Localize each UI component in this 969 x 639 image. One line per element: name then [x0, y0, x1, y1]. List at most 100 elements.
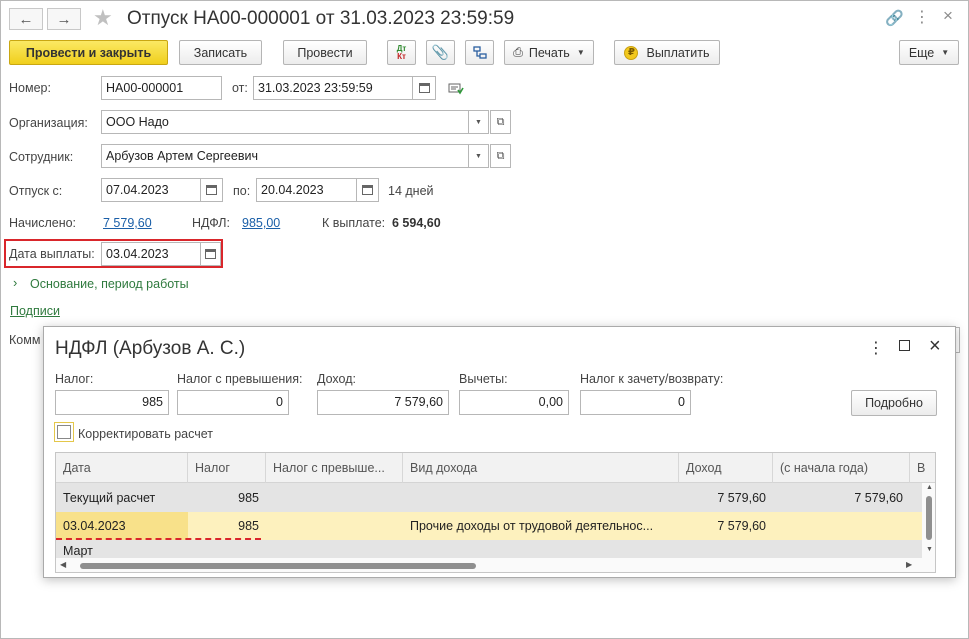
printer-icon: ⎙ — [513, 45, 523, 59]
row-date-cell: Текущий расчет — [63, 490, 156, 505]
ndfl-link[interactable]: 985,00 — [242, 216, 280, 230]
post-button[interactable]: Провести — [283, 40, 367, 65]
chevron-down-icon: ▼ — [941, 48, 950, 57]
favorite-star-icon[interactable]: ★ — [93, 5, 113, 31]
structure-icon — [472, 45, 487, 59]
column-header-partial[interactable]: В — [910, 453, 935, 483]
pay-button[interactable]: ₽ Выплатить — [614, 40, 720, 65]
dialog-close-icon[interactable]: × — [929, 335, 941, 358]
organization-dropdown-button[interactable]: ▼ — [468, 110, 489, 134]
column-header-income-type[interactable]: Вид дохода — [403, 453, 679, 483]
row-tax-excess-cell — [266, 512, 403, 540]
coin-icon: ₽ — [624, 45, 639, 60]
tax-label: Налог: — [55, 372, 94, 386]
row-year-to-date-cell: 7 579,60 — [854, 490, 903, 505]
vacation-end-calendar-button[interactable] — [356, 178, 379, 202]
offset-label: Налог к зачету/возврату: — [580, 372, 724, 386]
details-button[interactable]: Подробно — [851, 390, 937, 416]
row-tax-cell: 985 — [238, 519, 259, 533]
employee-open-button[interactable]: ⧉ — [490, 144, 511, 168]
employee-field[interactable]: Арбузов Артем Сергеевич — [101, 144, 469, 168]
structure-button[interactable] — [465, 40, 494, 65]
pay-date-label: Дата выплаты: — [9, 247, 95, 261]
correct-calculation-label: Корректировать расчет — [78, 427, 213, 441]
table-row-selected[interactable]: 03.04.2023 985 Прочие доходы от трудовой… — [56, 512, 922, 540]
number-label: Номер: — [9, 81, 51, 95]
document-history-icon[interactable] — [448, 83, 464, 98]
dialog-menu-icon[interactable]: ⋮ — [868, 338, 884, 358]
arrow-left-icon: ← — [18, 10, 34, 28]
date-calendar-button[interactable] — [412, 76, 436, 100]
row-tax-excess-cell — [266, 483, 403, 512]
row-income-type-cell: Прочие доходы от трудовой деятельнос... — [410, 519, 654, 533]
menu-icon[interactable]: ⋮ — [914, 7, 930, 27]
scroll-down-icon[interactable]: ▼ — [926, 546, 933, 553]
table-row[interactable]: Текущий расчет 985 7 579,60 7 579,60 — [56, 483, 922, 512]
horizontal-scrollbar[interactable]: ◀ ▶ — [56, 558, 935, 572]
link-icon[interactable]: 🔗 — [885, 9, 904, 27]
chevron-right-icon[interactable]: › — [13, 275, 17, 290]
post-and-close-button[interactable]: Провести и закрыть — [9, 40, 168, 65]
to-pay-value: 6 594,60 — [392, 216, 441, 230]
scroll-up-icon[interactable]: ▲ — [926, 484, 933, 491]
calendar-icon — [205, 249, 216, 259]
close-icon[interactable]: × — [943, 6, 953, 26]
document-window: ← → ★ Отпуск НА00-000001 от 31.03.2023 2… — [0, 0, 969, 639]
basis-period-link[interactable]: Основание, период работы — [30, 277, 189, 291]
pay-label: Выплатить — [646, 45, 710, 60]
vacation-end-field[interactable]: 20.04.2023 — [256, 178, 357, 202]
organization-label: Организация: — [9, 116, 88, 130]
back-button[interactable]: ← — [9, 8, 43, 30]
vertical-scrollbar[interactable]: ▲ ▼ — [922, 483, 935, 558]
employee-dropdown-button[interactable]: ▼ — [468, 144, 489, 168]
open-icon: ⧉ — [496, 115, 505, 128]
organization-field[interactable]: ООО Надо — [101, 110, 469, 134]
attach-button[interactable]: 📎 — [426, 40, 455, 65]
date-field[interactable]: 31.03.2023 23:59:59 — [253, 76, 413, 100]
deductions-label: Вычеты: — [459, 372, 508, 386]
checkbox-box — [57, 425, 71, 439]
dt-kt-icon-bottom: Кт — [397, 51, 406, 61]
column-header-income[interactable]: Доход — [679, 453, 773, 483]
income-field[interactable]: 7 579,60 — [317, 390, 449, 415]
paperclip-icon: 📎 — [431, 44, 450, 60]
column-header-date[interactable]: Дата — [56, 453, 188, 483]
organization-open-button[interactable]: ⧉ — [490, 110, 511, 134]
scroll-left-icon[interactable]: ◀ — [60, 560, 66, 569]
ndfl-table[interactable]: Дата Налог Налог с превыше... Вид дохода… — [55, 452, 936, 573]
number-field[interactable]: НА00-000001 — [101, 76, 222, 100]
column-header-tax[interactable]: Налог — [188, 453, 266, 483]
chevron-down-icon: ▼ — [576, 48, 585, 57]
tax-field[interactable]: 985 — [55, 390, 169, 415]
print-button[interactable]: ⎙ Печать ▼ — [504, 40, 594, 65]
chevron-down-icon: ▼ — [475, 118, 482, 126]
offset-field[interactable]: 0 — [580, 390, 691, 415]
to-pay-label: К выплате: — [322, 216, 386, 230]
calendar-icon — [362, 185, 373, 195]
row-income-type-cell — [403, 483, 679, 512]
horizontal-scroll-thumb[interactable] — [80, 563, 476, 569]
scroll-right-icon[interactable]: ▶ — [906, 560, 912, 569]
more-button[interactable]: Еще ▼ — [899, 40, 959, 65]
table-row-group[interactable]: Март — [56, 540, 922, 558]
column-header-year-to-date[interactable]: (с начала года) — [773, 453, 910, 483]
income-label: Доход: — [317, 372, 356, 386]
correct-calculation-checkbox[interactable] — [54, 422, 74, 442]
tax-excess-field[interactable]: 0 — [177, 390, 289, 415]
deductions-field[interactable]: 0,00 — [459, 390, 569, 415]
print-label: Печать — [528, 45, 570, 60]
row-income-cell: 7 579,60 — [717, 519, 766, 533]
row-group-label: Март — [63, 544, 93, 558]
vacation-start-calendar-button[interactable] — [200, 178, 223, 202]
accrued-link[interactable]: 7 579,60 — [103, 216, 152, 230]
signatures-link[interactable]: Подписи — [10, 304, 60, 318]
pay-date-calendar-button[interactable] — [200, 242, 221, 266]
column-header-tax-excess[interactable]: Налог с превыше... — [266, 453, 403, 483]
forward-button[interactable]: → — [47, 8, 81, 30]
vacation-start-field[interactable]: 07.04.2023 — [101, 178, 201, 202]
maximize-icon[interactable] — [899, 340, 910, 351]
pay-date-field[interactable]: 03.04.2023 — [101, 242, 201, 266]
dt-kt-button[interactable]: Дт Кт — [387, 40, 416, 65]
vertical-scroll-thumb[interactable] — [926, 496, 932, 540]
save-button[interactable]: Записать — [179, 40, 262, 65]
